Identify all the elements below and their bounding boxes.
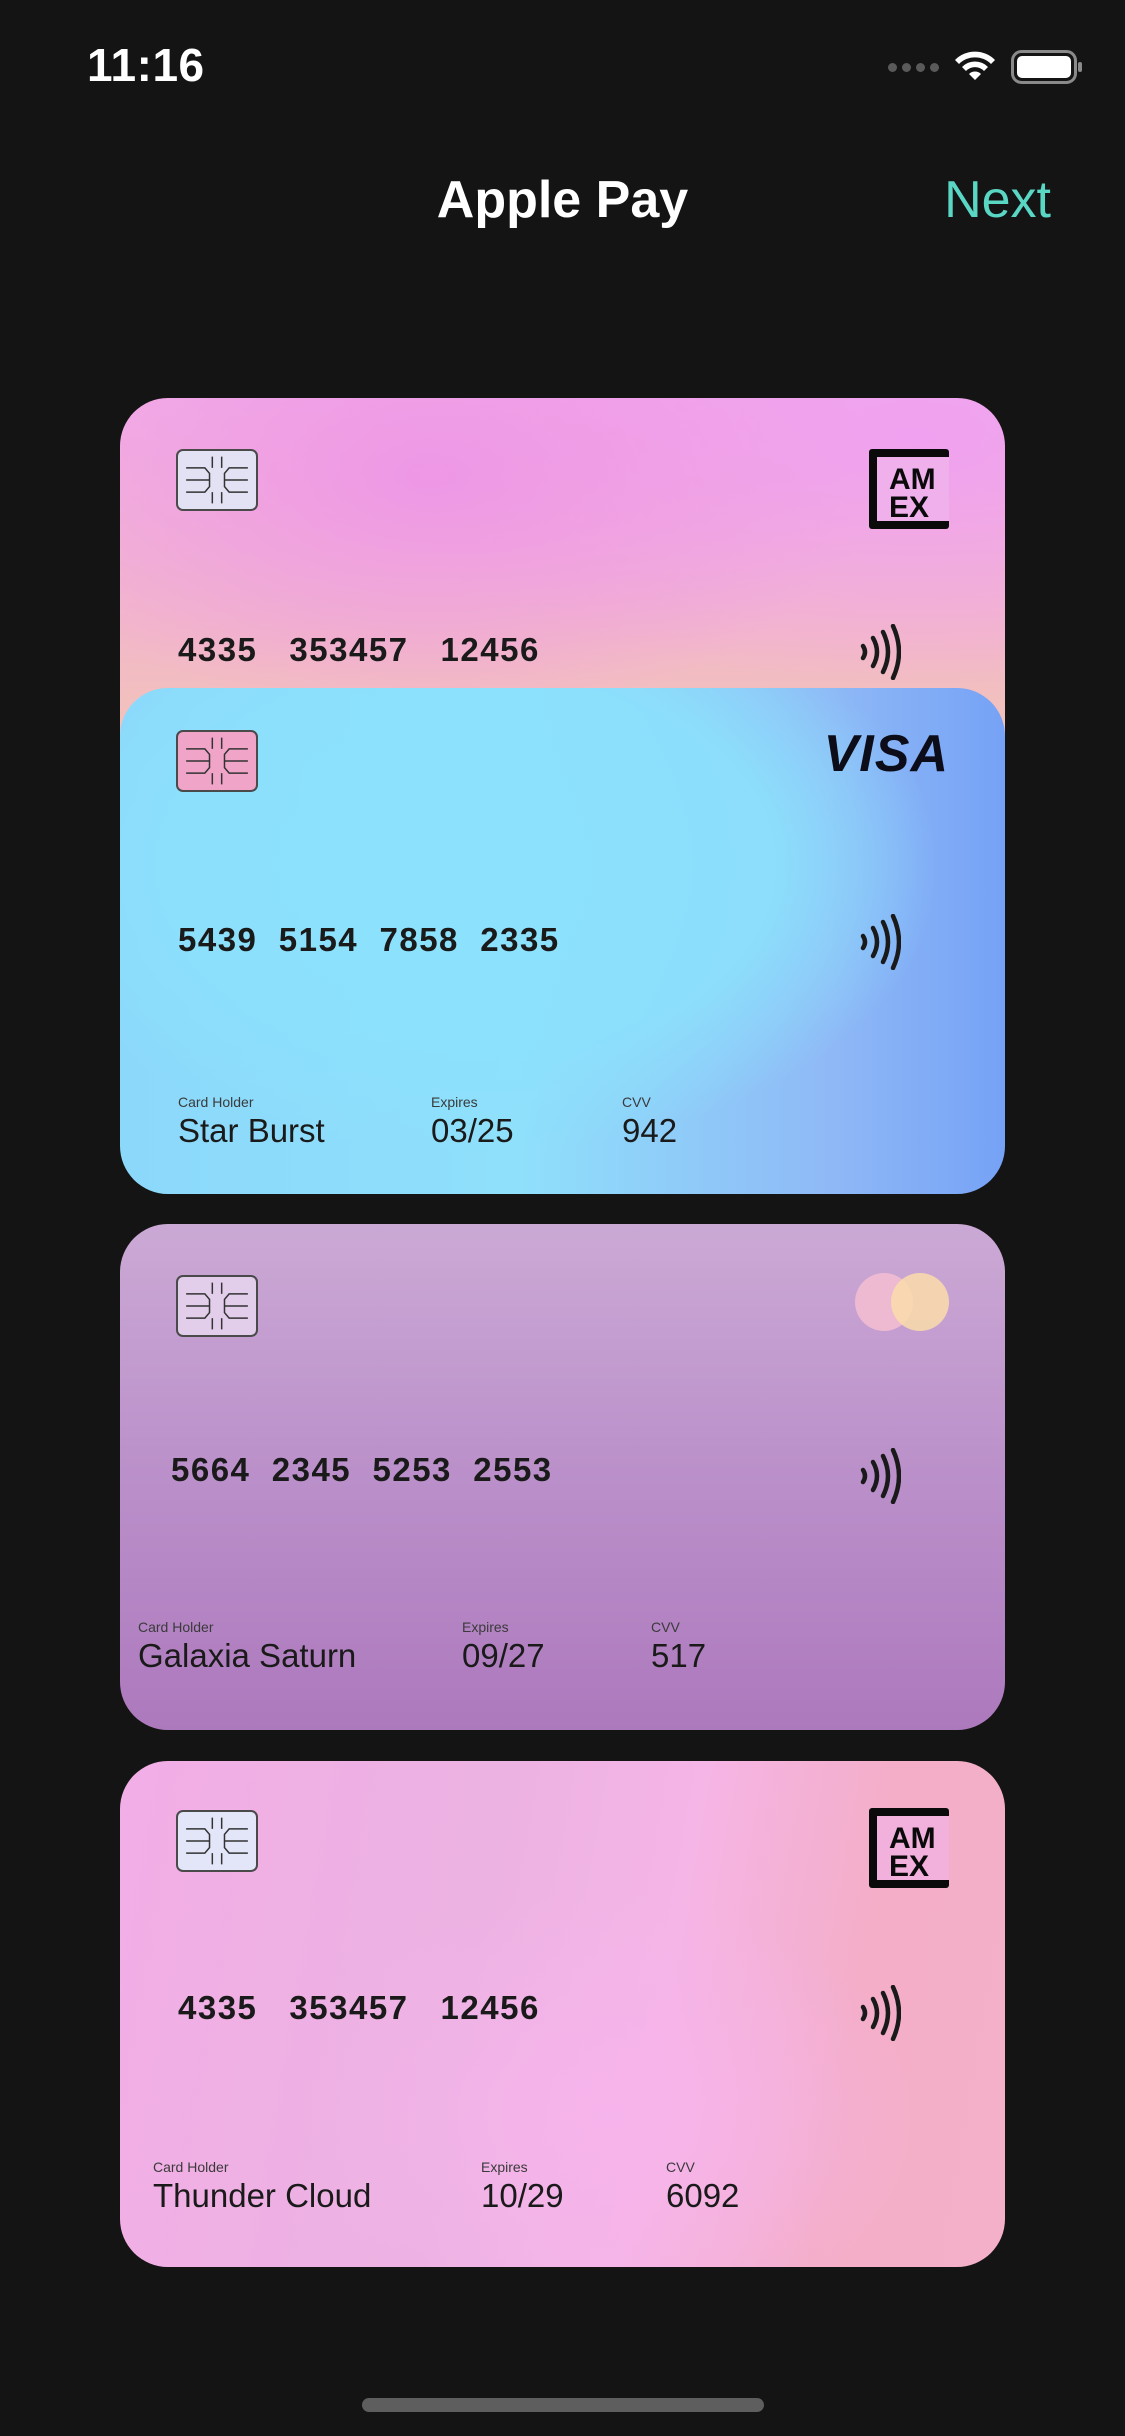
card-number: 5664 2345 5253 2553 — [171, 1451, 553, 1488]
card-holder-name: Galaxia Saturn — [138, 1637, 357, 1674]
battery-icon — [1011, 50, 1083, 84]
contactless-icon — [859, 1985, 901, 2041]
amex-logo-icon: AM EX — [869, 1808, 949, 1888]
card-holder-label: Card Holder — [153, 2159, 229, 2175]
svg-text:EX: EX — [889, 1850, 929, 1883]
expires-value: 09/27 — [462, 1637, 545, 1674]
cvv-value: 517 — [651, 1637, 707, 1674]
card-mastercard[interactable]: 5664 2345 5253 2553 Card Holder Galaxia … — [120, 1224, 1005, 1730]
chip-icon — [176, 1275, 258, 1337]
cvv-value: 942 — [622, 1112, 678, 1149]
chip-icon — [176, 449, 258, 511]
next-button[interactable]: Next — [944, 170, 1051, 230]
card-holder-label: Card Holder — [138, 1619, 214, 1635]
card-amex-bottom[interactable]: AM EX 4335 353457 12456 Card Holder Thun… — [120, 1761, 1005, 2267]
card-holder-name: Thunder Cloud — [153, 2177, 372, 2214]
svg-text:EX: EX — [889, 491, 929, 524]
chip-icon — [176, 1810, 258, 1872]
home-indicator[interactable] — [362, 2398, 764, 2412]
contactless-icon — [859, 1448, 901, 1504]
card-number: 4335 353457 12456 — [178, 631, 540, 668]
card-number: 5439 5154 7858 2335 — [178, 921, 560, 958]
cvv-label: CVV — [651, 1619, 680, 1635]
expires-label: Expires — [431, 1094, 478, 1110]
cvv-label: CVV — [622, 1094, 651, 1110]
mastercard-logo-icon — [855, 1273, 949, 1331]
expires-label: Expires — [462, 1619, 509, 1635]
chip-icon — [176, 730, 258, 792]
card-number: 4335 353457 12456 — [178, 1989, 540, 2026]
expires-label: Expires — [481, 2159, 528, 2175]
status-icons — [888, 50, 1083, 84]
contactless-icon — [859, 624, 901, 680]
expires-value: 03/25 — [431, 1112, 514, 1149]
amex-logo-icon: AM EX — [869, 449, 949, 529]
visa-logo: VISA — [823, 725, 949, 783]
card-holder-label: Card Holder — [178, 1094, 254, 1110]
card-visa[interactable]: VISA 5439 5154 7858 2335 Card Holder Sta… — [120, 688, 1005, 1194]
card-holder-name: Star Burst — [178, 1112, 325, 1149]
expires-value: 10/29 — [481, 2177, 564, 2214]
contactless-icon — [859, 914, 901, 970]
status-time: 11:16 — [87, 39, 205, 91]
cellular-signal-icon — [888, 62, 939, 72]
cvv-label: CVV — [666, 2159, 695, 2175]
cvv-value: 6092 — [666, 2177, 740, 2214]
wifi-icon — [953, 50, 997, 84]
